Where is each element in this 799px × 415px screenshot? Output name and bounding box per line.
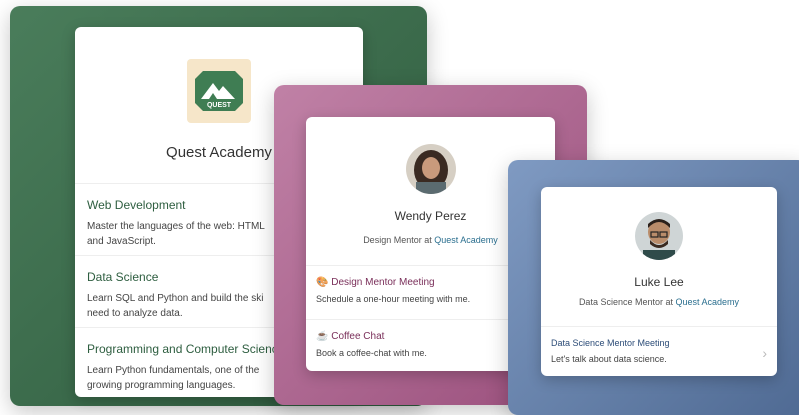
mentor-role: Data Science Mentor at Quest Academy	[541, 297, 777, 307]
chevron-right-icon[interactable]: ›	[762, 345, 767, 361]
meeting-description: Let's talk about data science.	[551, 354, 667, 364]
role-text: Design Mentor at	[363, 235, 432, 245]
avatar	[635, 212, 683, 260]
meeting-title[interactable]: Data Science Mentor Meeting	[551, 338, 767, 348]
meeting-item[interactable]: Data Science Mentor Meeting Let's talk a…	[541, 327, 777, 376]
org-link[interactable]: Quest Academy	[434, 235, 498, 245]
mentor-card-luke: Luke Lee Data Science Mentor at Quest Ac…	[541, 187, 777, 376]
role-text: Data Science Mentor at	[578, 297, 673, 307]
quest-logo: QUEST	[187, 59, 251, 123]
org-link[interactable]: Quest Academy	[676, 297, 740, 307]
palette-icon: 🎨	[316, 277, 329, 288]
meeting-title-text: Coffee Chat	[331, 331, 385, 342]
coffee-icon: ☕	[316, 331, 329, 342]
avatar	[406, 144, 456, 194]
meeting-title-text: Design Mentor Meeting	[331, 277, 435, 288]
mentor-header: Luke Lee Data Science Mentor at Quest Ac…	[541, 187, 777, 327]
logo-text: QUEST	[207, 102, 232, 109]
mentor-name: Luke Lee	[634, 275, 684, 289]
